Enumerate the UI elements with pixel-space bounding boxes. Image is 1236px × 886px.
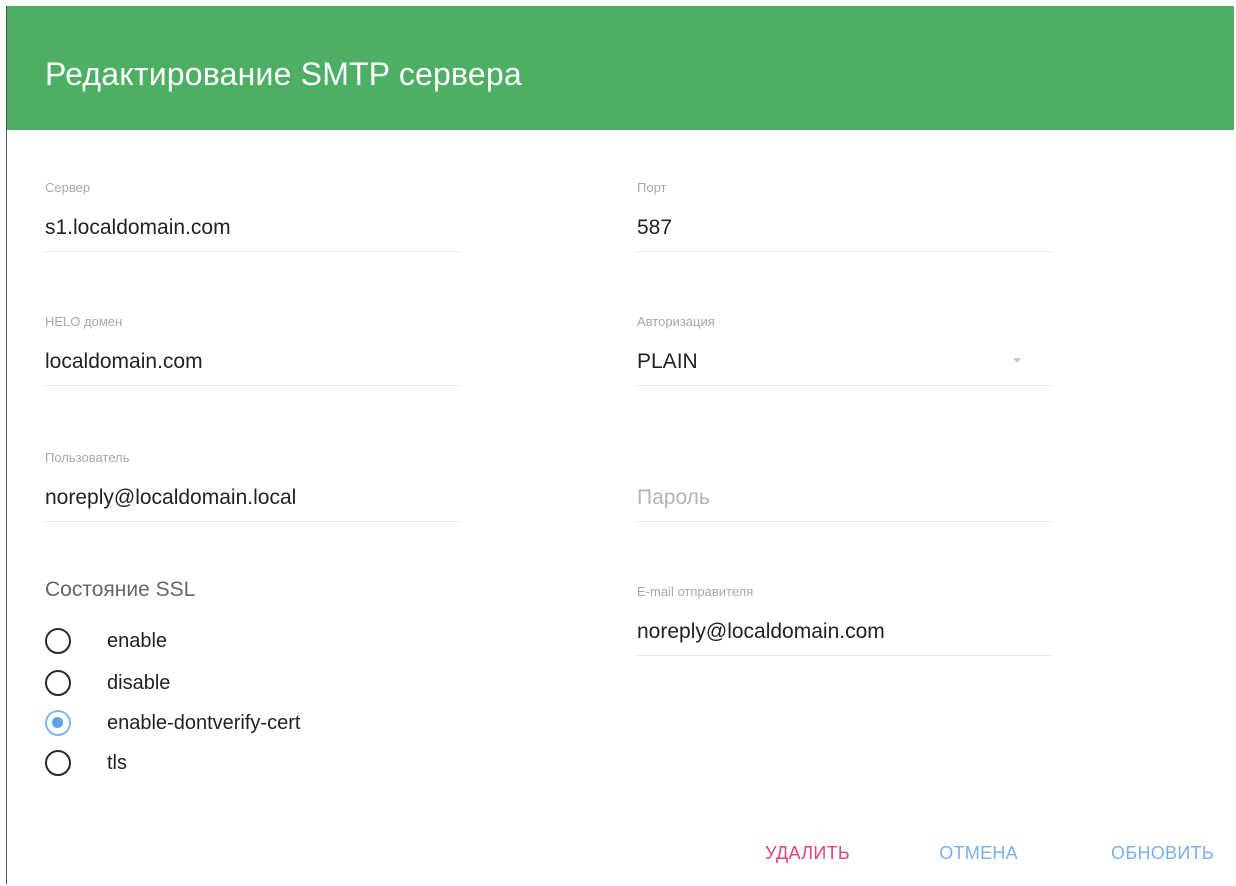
user-label: Пользователь xyxy=(45,450,130,465)
sender-email-underline xyxy=(637,655,1051,656)
port-input[interactable]: 587 xyxy=(637,216,672,240)
helo-domain-underline xyxy=(45,385,459,386)
helo-domain-label: HELO домен xyxy=(45,314,123,329)
auth-label: Авторизация xyxy=(637,314,715,329)
radio-button[interactable] xyxy=(45,628,71,654)
user-underline xyxy=(45,521,459,522)
auth-value[interactable]: PLAIN xyxy=(637,350,698,374)
radio-label: disable xyxy=(107,671,171,694)
password-underline xyxy=(637,521,1051,522)
dialog-title: Редактирование SMTP сервера xyxy=(45,56,522,92)
radio-button[interactable] xyxy=(45,750,71,776)
ssl-option-disable[interactable]: disable xyxy=(45,668,425,698)
sender-email-input[interactable]: noreply@localdomain.com xyxy=(637,620,885,644)
smtp-edit-dialog: Редактирование SMTP сервера Сервер s1.lo… xyxy=(6,6,1234,884)
ssl-state-label: Состояние SSL xyxy=(45,578,196,601)
sender-email-label: E-mail отправителя xyxy=(637,584,754,599)
server-underline xyxy=(45,251,459,252)
radio-button[interactable] xyxy=(45,670,71,696)
radio-button-checked[interactable] xyxy=(45,710,71,736)
ssl-option-enable[interactable]: enable xyxy=(45,626,425,656)
chevron-down-icon[interactable] xyxy=(1013,358,1021,363)
auth-underline xyxy=(637,385,1051,386)
password-input[interactable]: Пароль xyxy=(637,486,710,510)
radio-label: tls xyxy=(107,751,127,774)
ssl-option-enable-dontverify-cert[interactable]: enable-dontverify-cert xyxy=(45,708,425,738)
ssl-state-group: Состояние SSL enable disable enable-dont… xyxy=(45,578,465,776)
radio-label: enable-dontverify-cert xyxy=(107,711,301,734)
update-button[interactable]: ОБНОВИТЬ xyxy=(1111,837,1214,870)
port-label: Порт xyxy=(637,180,667,195)
dialog-header: Редактирование SMTP сервера xyxy=(7,6,1234,130)
server-input[interactable]: s1.localdomain.com xyxy=(45,216,231,240)
port-underline xyxy=(637,251,1051,252)
ssl-option-tls[interactable]: tls xyxy=(45,748,425,778)
delete-button[interactable]: УДАЛИТЬ xyxy=(765,837,850,870)
helo-domain-input[interactable]: localdomain.com xyxy=(45,350,203,374)
radio-label: enable xyxy=(107,629,168,652)
server-label: Сервер xyxy=(45,180,91,195)
user-input[interactable]: noreply@localdomain.local xyxy=(45,486,296,510)
cancel-button[interactable]: ОТМЕНА xyxy=(939,837,1018,870)
